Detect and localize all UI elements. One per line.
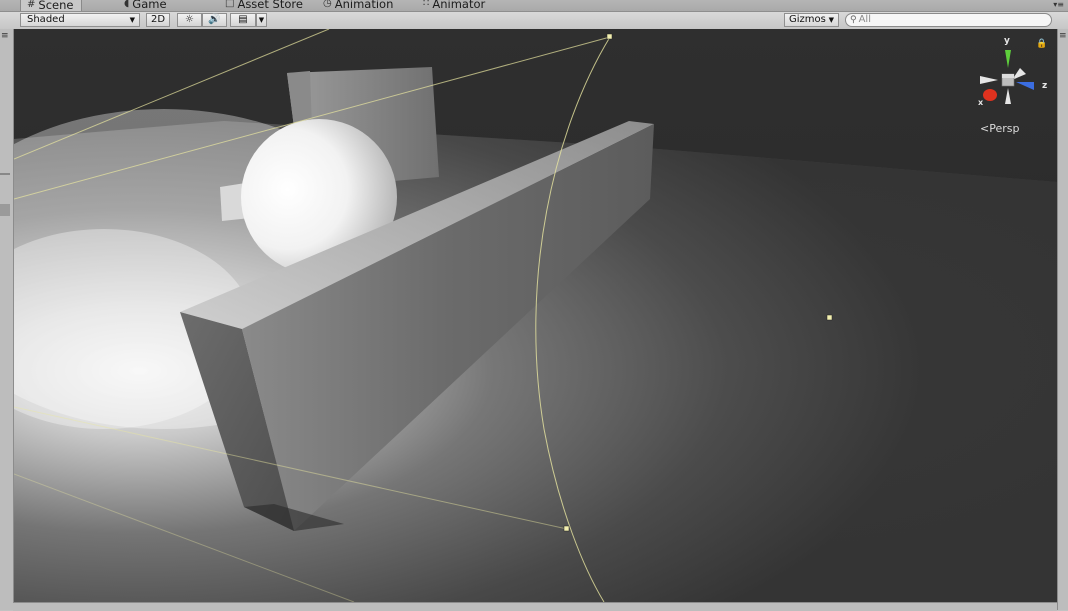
light-range-handle [563,525,570,532]
tab-scene-label: Scene [38,0,74,12]
tab-game[interactable]: ◖ Game [124,0,167,11]
lock-icon[interactable]: 🔒 [1036,39,1047,49]
speaker-icon: 🔊 [208,14,221,25]
menu-icon[interactable]: ≡ [1059,31,1067,41]
animator-icon: ∷ [423,0,430,9]
scene-search-input[interactable]: ⚲ All [845,13,1052,27]
tab-animation[interactable]: ◷ Animation [323,0,393,11]
chevron-down-icon: ▼ [828,16,834,24]
tab-animator-label: Animator [432,0,486,11]
axis-z-label: z [1042,81,1048,91]
left-scrollbar-thumb[interactable] [0,204,10,216]
bag-icon: □ [225,0,235,9]
toggle-2d-button[interactable]: 2D [146,13,170,27]
gizmos-dropdown[interactable]: Gizmos ▼ [784,13,839,27]
shading-mode-label: Shaded [27,14,65,25]
tab-asset-store[interactable]: □ Asset Store [225,0,303,11]
search-icon: ⚲ [850,15,857,25]
scene-render [14,29,1057,602]
chevron-down-icon: ▼ [129,16,135,24]
tab-menu-icon[interactable]: ▾≡ [1053,0,1064,10]
search-placeholder: All [858,14,871,25]
effects-toggle-button[interactable]: ▤ [230,13,256,27]
clock-icon: ◷ [323,0,332,9]
tab-scene[interactable]: # Scene [20,0,83,12]
toggle-2d-label: 2D [150,14,166,25]
light-range-handle [826,314,833,321]
pacman-icon: ◖ [124,0,130,9]
light-range-handle [606,33,613,40]
panel-divider [0,173,10,175]
tab-game-label: Game [132,0,167,11]
sun-icon: ☼ [185,14,194,25]
scene-viewport[interactable]: y z x 🔒 <Persp [14,29,1057,602]
audio-toggle-button[interactable]: 🔊 [202,13,227,27]
editor-tab-bar: # Scene ◖ Game □ Asset Store ◷ Animation… [0,0,1068,12]
tab-animator[interactable]: ∷ Animator [423,0,485,11]
axis-y-label: y [1004,36,1010,46]
grid-icon: # [27,0,36,10]
shading-mode-dropdown[interactable]: Shaded ▼ [20,13,140,27]
scene-toolbar: Shaded ▼ 2D ☼ 🔊 ▤ ▼ Gizmos ▼ ⚲ All [0,12,1068,30]
projection-toggle[interactable]: <Persp [980,122,1019,135]
image-icon: ▤ [238,14,248,25]
gizmos-label: Gizmos [789,14,826,25]
right-panel-edge: ≡ [1057,29,1068,610]
menu-icon[interactable]: ≡ [1,31,9,41]
effects-dropdown-button[interactable]: ▼ [256,13,267,27]
axis-x-label: x [978,98,984,107]
chevron-down-icon: ▼ [258,16,265,24]
projection-label: Persp [989,122,1020,135]
persp-icon: < [980,122,990,135]
lighting-toggle-button[interactable]: ☼ [177,13,202,27]
tab-animation-label: Animation [334,0,394,11]
tab-asset-store-label: Asset Store [237,0,303,11]
left-panel-edge: ≡ [0,29,14,610]
